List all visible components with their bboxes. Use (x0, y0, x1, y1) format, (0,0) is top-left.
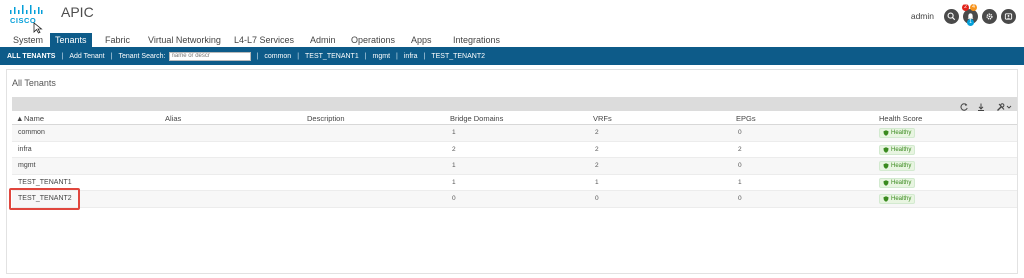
column-description[interactable]: Description (307, 114, 345, 123)
tenant-name[interactable]: TEST_TENANT1 (18, 179, 72, 186)
bridge-domains-count: 1 (452, 162, 456, 169)
tab-apps[interactable]: Apps (406, 33, 437, 47)
page-title: All Tenants (12, 78, 56, 88)
app-title: APIC (61, 4, 94, 20)
tab-integrations[interactable]: Integrations (448, 33, 505, 47)
shield-icon (883, 146, 889, 153)
app-header: CISCO APIC admin 2 4 1 (0, 0, 1024, 34)
tab-operations[interactable]: Operations (346, 33, 400, 47)
subnav-all-tenants[interactable]: ALL TENANTS (7, 53, 55, 60)
tenant-search-input[interactable] (168, 51, 251, 61)
vrfs-count: 0 (595, 195, 599, 202)
user-icon (1004, 12, 1013, 20)
settings-button[interactable] (982, 8, 997, 24)
shield-icon (883, 163, 889, 169)
separator: | (396, 52, 398, 60)
refresh-button[interactable] (959, 99, 969, 111)
bridge-domains-count: 2 (452, 145, 456, 153)
header-actions: admin 2 4 1 (911, 3, 1016, 26)
tab-virtual-networking[interactable]: Virtual Networking (143, 33, 226, 47)
alerts-button[interactable]: 2 4 1 (962, 3, 978, 26)
highlight-box (9, 188, 80, 210)
health-badge: Healthy (879, 194, 916, 204)
main-tabs: System Tenants Fabric Virtual Networking… (0, 33, 1024, 47)
sort-indicator-icon: ▲ (16, 114, 24, 123)
health-label: Healthy (891, 179, 912, 186)
health-badge: Healthy (879, 177, 916, 188)
bridge-domains-count: 0 (452, 195, 456, 202)
bridge-domains-count: 1 (452, 129, 456, 136)
shield-icon (883, 196, 889, 202)
shield-icon (883, 179, 889, 186)
table-row[interactable]: TEST_TENANT2 0 0 0 Healthy (12, 191, 1017, 208)
epgs-count: 0 (738, 129, 742, 136)
column-name[interactable]: Name (24, 114, 44, 123)
tenant-search-label: Tenant Search: (118, 52, 166, 60)
column-bridge-domains[interactable]: Bridge Domains (450, 114, 503, 123)
subnav-link-test-tenant1[interactable]: TEST_TENANT1 (305, 53, 359, 60)
search-icon (947, 12, 956, 20)
tab-fabric[interactable]: Fabric (100, 33, 135, 47)
epgs-count: 2 (738, 145, 742, 153)
subnav-link-common[interactable]: common (264, 53, 291, 60)
search-button[interactable] (944, 8, 959, 24)
sub-navigation: ALL TENANTS | Add Tenant | Tenant Search… (0, 47, 1024, 65)
health-label: Healthy (891, 146, 912, 153)
tools-menu-button[interactable] (996, 99, 1012, 111)
tab-tenants[interactable]: Tenants (50, 33, 92, 47)
table-row[interactable]: common 1 2 0 Healthy (12, 125, 1017, 142)
info-badge: 1 (967, 18, 974, 26)
subnav-add-tenant[interactable]: Add Tenant (69, 53, 104, 60)
table-header: ▲ Name Alias Description Bridge Domains … (12, 111, 1017, 125)
separator: | (423, 52, 426, 60)
tab-l4-l7-services[interactable]: L4-L7 Services (229, 33, 299, 47)
column-health-score[interactable]: Health Score (879, 114, 922, 123)
health-label: Healthy (891, 163, 912, 169)
health-badge: Healthy (879, 161, 916, 171)
column-epgs[interactable]: EPGs (736, 114, 756, 123)
subnav-link-mgmt[interactable]: mgmt (373, 53, 391, 60)
bridge-domains-count: 1 (452, 178, 456, 186)
epgs-count: 1 (738, 178, 742, 186)
table-toolbar (12, 97, 1017, 111)
separator: | (297, 52, 300, 60)
download-button[interactable] (976, 99, 986, 111)
profile-button[interactable] (1001, 8, 1016, 24)
table-row[interactable]: infra 2 2 2 Healthy (12, 142, 1017, 158)
tenant-name[interactable]: mgmt (18, 162, 36, 169)
vrfs-count: 2 (595, 162, 599, 169)
column-alias[interactable]: Alias (165, 114, 181, 123)
epgs-count: 0 (738, 195, 742, 202)
vrfs-count: 2 (595, 145, 599, 153)
epgs-count: 0 (738, 162, 742, 169)
shield-icon (883, 130, 889, 136)
separator: | (110, 52, 113, 60)
health-label: Healthy (891, 196, 912, 202)
health-badge: Healthy (879, 144, 916, 155)
table-row[interactable]: TEST_TENANT1 1 1 1 Healthy (12, 175, 1017, 191)
separator: | (256, 52, 259, 60)
tenants-table: ▲ Name Alias Description Bridge Domains … (12, 111, 1017, 208)
column-vrfs[interactable]: VRFs (593, 114, 612, 123)
separator: | (364, 52, 367, 60)
major-badge: 4 (970, 3, 977, 11)
vrfs-count: 2 (595, 129, 599, 136)
separator: | (61, 52, 64, 60)
health-label: Healthy (891, 130, 912, 136)
critical-badge: 2 (962, 3, 969, 11)
tenant-name[interactable]: common (18, 129, 45, 136)
subnav-link-infra[interactable]: infra (404, 53, 418, 60)
tenant-name[interactable]: infra (18, 146, 32, 153)
table-row[interactable]: mgmt 1 2 0 Healthy (12, 158, 1017, 175)
vrfs-count: 1 (595, 178, 599, 186)
tab-admin[interactable]: Admin (305, 33, 341, 47)
tab-system[interactable]: System (8, 33, 48, 47)
user-name[interactable]: admin (911, 11, 934, 21)
health-badge: Healthy (879, 128, 916, 138)
subnav-link-test-tenant2[interactable]: TEST_TENANT2 (431, 53, 485, 60)
tenants-panel: All Tenants ▲ Name Alias Description Bri… (6, 69, 1018, 274)
gear-icon (986, 12, 993, 20)
